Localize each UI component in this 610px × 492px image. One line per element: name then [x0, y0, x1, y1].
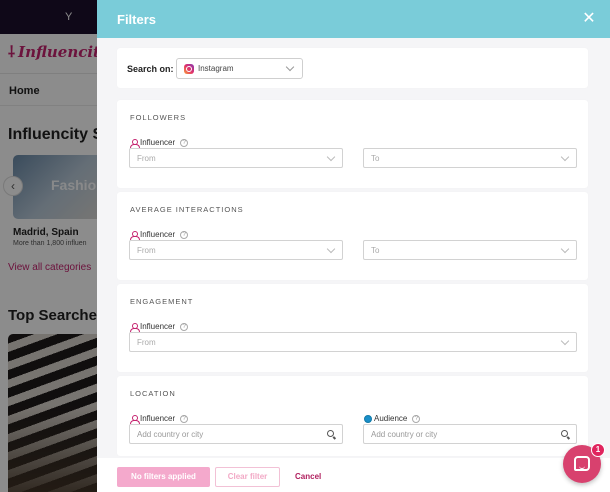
location-section: LOCATION Influencer ? Audience ? Add cou…	[117, 376, 588, 456]
help-icon[interactable]: ?	[180, 414, 189, 423]
drawer-footer: No filters applied Clear filter Cancel	[97, 458, 610, 492]
instagram-icon	[184, 64, 194, 74]
no-filters-applied-button[interactable]: No filters applied	[117, 467, 210, 487]
help-icon[interactable]: ?	[412, 414, 421, 423]
from-placeholder: From	[137, 338, 156, 347]
to-placeholder: To	[371, 246, 380, 255]
person-icon	[130, 414, 140, 424]
interactions-from-select[interactable]: From	[129, 240, 343, 260]
audience-label: Audience ?	[364, 414, 421, 423]
interactions-section: AVERAGE INTERACTIONS Influencer ? From T…	[117, 192, 588, 280]
help-icon[interactable]: ?	[180, 322, 189, 331]
influencer-label-text: Influencer	[140, 322, 176, 331]
followers-from-select[interactable]: From	[129, 148, 343, 168]
engagement-from-select[interactable]: From	[129, 332, 577, 352]
followers-title: FOLLOWERS	[130, 113, 187, 122]
chevron-down-icon	[560, 152, 570, 162]
search-on-panel: Search on: Instagram	[117, 48, 588, 88]
clear-filter-button[interactable]: Clear filter	[215, 467, 280, 487]
engagement-title: ENGAGEMENT	[130, 297, 194, 306]
influencer-label: Influencer ?	[130, 230, 189, 240]
globe-icon	[364, 414, 372, 423]
influencer-location-input[interactable]: Add country or city	[129, 424, 343, 444]
person-icon	[130, 322, 140, 332]
chevron-down-icon	[560, 336, 570, 346]
influencer-label: Influencer ?	[130, 322, 189, 332]
notification-badge: 1	[591, 443, 605, 457]
followers-to-select[interactable]: To	[363, 148, 577, 168]
drawer-header: Filters ✕	[97, 0, 610, 38]
audience-location-input[interactable]: Add country or city	[363, 424, 577, 444]
chevron-down-icon	[560, 244, 570, 254]
search-on-label: Search on:	[127, 64, 174, 74]
influencer-label: Influencer ?	[130, 138, 189, 148]
location-placeholder: Add country or city	[137, 430, 204, 439]
help-icon[interactable]: ?	[180, 230, 189, 239]
to-placeholder: To	[371, 154, 380, 163]
search-icon	[561, 430, 568, 437]
from-placeholder: From	[137, 246, 156, 255]
chevron-down-icon	[326, 152, 336, 162]
location-title: LOCATION	[130, 389, 176, 398]
location-placeholder: Add country or city	[371, 430, 438, 439]
influencer-label: Influencer ?	[130, 414, 189, 424]
drawer-title: Filters	[117, 12, 157, 27]
influencer-label-text: Influencer	[140, 230, 176, 239]
interactions-to-select[interactable]: To	[363, 240, 577, 260]
audience-label-text: Audience	[374, 414, 408, 423]
chat-icon	[574, 456, 590, 471]
cancel-button[interactable]: Cancel	[295, 467, 321, 487]
help-icon[interactable]: ?	[180, 138, 189, 147]
person-icon	[130, 230, 140, 240]
influencer-label-text: Influencer	[140, 138, 176, 147]
influencer-label-text: Influencer	[140, 414, 176, 423]
close-icon[interactable]: ✕	[580, 10, 598, 28]
chevron-down-icon	[326, 244, 336, 254]
filters-drawer: Filters ✕ Search on: Instagram FOLLOWERS…	[97, 0, 610, 492]
platform-value: Instagram	[198, 64, 234, 73]
interactions-title: AVERAGE INTERACTIONS	[130, 205, 244, 214]
chevron-down-icon	[285, 62, 295, 72]
from-placeholder: From	[137, 154, 156, 163]
platform-select[interactable]: Instagram	[176, 58, 303, 79]
person-icon	[130, 138, 140, 148]
search-icon	[327, 430, 334, 437]
engagement-section: ENGAGEMENT Influencer ? From	[117, 284, 588, 372]
followers-section: FOLLOWERS Influencer ? From To	[117, 100, 588, 188]
